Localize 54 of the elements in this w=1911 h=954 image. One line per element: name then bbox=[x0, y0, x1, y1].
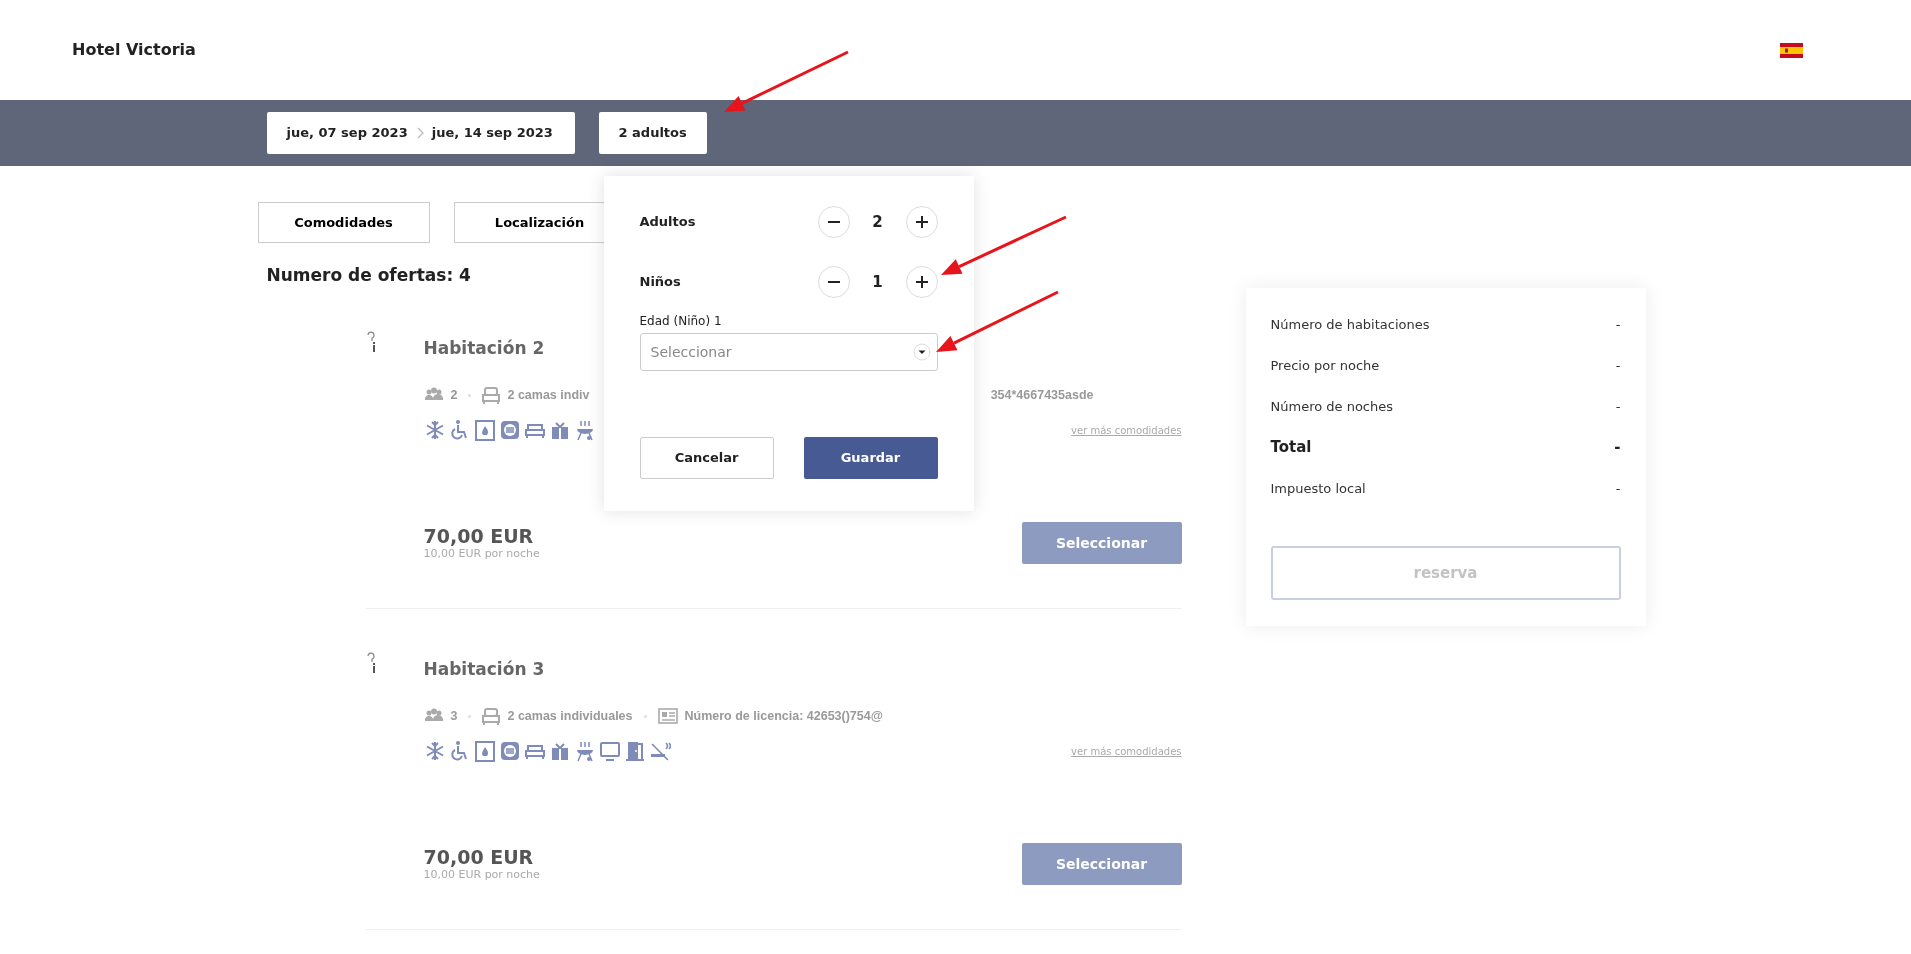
age-select[interactable]: Seleccionar bbox=[639, 333, 938, 371]
id-card-icon bbox=[657, 707, 678, 725]
plus-icon bbox=[914, 275, 929, 289]
filter-button[interactable]: Comodidades bbox=[257, 202, 430, 243]
bed-info: 2 camas indiv bbox=[507, 386, 590, 404]
amenity-fireplace-icon bbox=[473, 740, 496, 762]
bed-icon bbox=[482, 707, 501, 725]
chevron-icon bbox=[415, 127, 424, 139]
room-title: Habitación 2 bbox=[423, 337, 545, 360]
hotel-name: Hotel Victoria bbox=[72, 39, 196, 61]
increment-button[interactable] bbox=[905, 206, 938, 238]
amenity-fireplace-icon bbox=[473, 419, 496, 441]
price-per-night: 10,00 EUR por noche bbox=[423, 547, 540, 561]
bed-info: 2 camas individuales bbox=[507, 707, 633, 725]
cancel-button[interactable]: Cancelar bbox=[639, 437, 774, 479]
room-price: 70,00 EUR bbox=[423, 846, 535, 868]
field-label: Edad (Niño) 1 bbox=[639, 313, 722, 329]
license-number: 354*4667435asde bbox=[990, 386, 1094, 404]
increment-button[interactable] bbox=[905, 266, 938, 298]
offers-count: Numero de ofertas: 4 bbox=[266, 264, 471, 287]
room-title: Habitación 3 bbox=[423, 658, 545, 681]
counter-label: Niños bbox=[639, 273, 681, 292]
bed-icon bbox=[482, 386, 501, 404]
summary-label: Impuesto local bbox=[1270, 480, 1367, 498]
summary-value: - bbox=[1615, 357, 1621, 375]
summary-value: - bbox=[1615, 398, 1621, 416]
amenity-tv-icon bbox=[598, 740, 621, 762]
summary-value: - bbox=[1615, 316, 1621, 334]
guest-count: 2 bbox=[450, 386, 458, 404]
counter-value: 2 bbox=[871, 211, 884, 233]
broken-image-icon bbox=[365, 651, 378, 674]
counter-label: Adultos bbox=[639, 213, 696, 232]
decrement-button[interactable] bbox=[817, 266, 850, 298]
summary-value: - bbox=[1615, 480, 1621, 498]
guests-button[interactable]: 2 adultos bbox=[598, 112, 707, 154]
summary-label: Precio por noche bbox=[1270, 357, 1381, 375]
counter-value: 1 bbox=[871, 271, 884, 293]
amenity-door-icon bbox=[623, 740, 646, 762]
license-number: Número de licencia: 42653()754@ bbox=[684, 707, 883, 725]
summary-label: Número de habitaciones bbox=[1270, 316, 1431, 334]
guest-count: 3 bbox=[450, 707, 458, 725]
save-button[interactable]: Guardar bbox=[803, 437, 938, 479]
flag-icon[interactable] bbox=[1780, 42, 1803, 58]
broken-image-icon bbox=[365, 330, 378, 353]
decrement-button[interactable] bbox=[817, 206, 850, 238]
amenity-nosmoking-icon bbox=[648, 740, 671, 762]
plus-icon bbox=[914, 215, 929, 229]
date-range-button[interactable]: jue, 07 sep 2023 jue, 14 sep 2023 bbox=[266, 112, 575, 154]
caret-icon bbox=[912, 343, 931, 361]
summary-label: Número de noches bbox=[1270, 398, 1394, 416]
room-price: 70,00 EUR bbox=[423, 525, 535, 547]
summary-value: - bbox=[1614, 437, 1621, 458]
price-per-night: 10,00 EUR por noche bbox=[423, 868, 540, 882]
summary-label: Total bbox=[1270, 437, 1313, 458]
